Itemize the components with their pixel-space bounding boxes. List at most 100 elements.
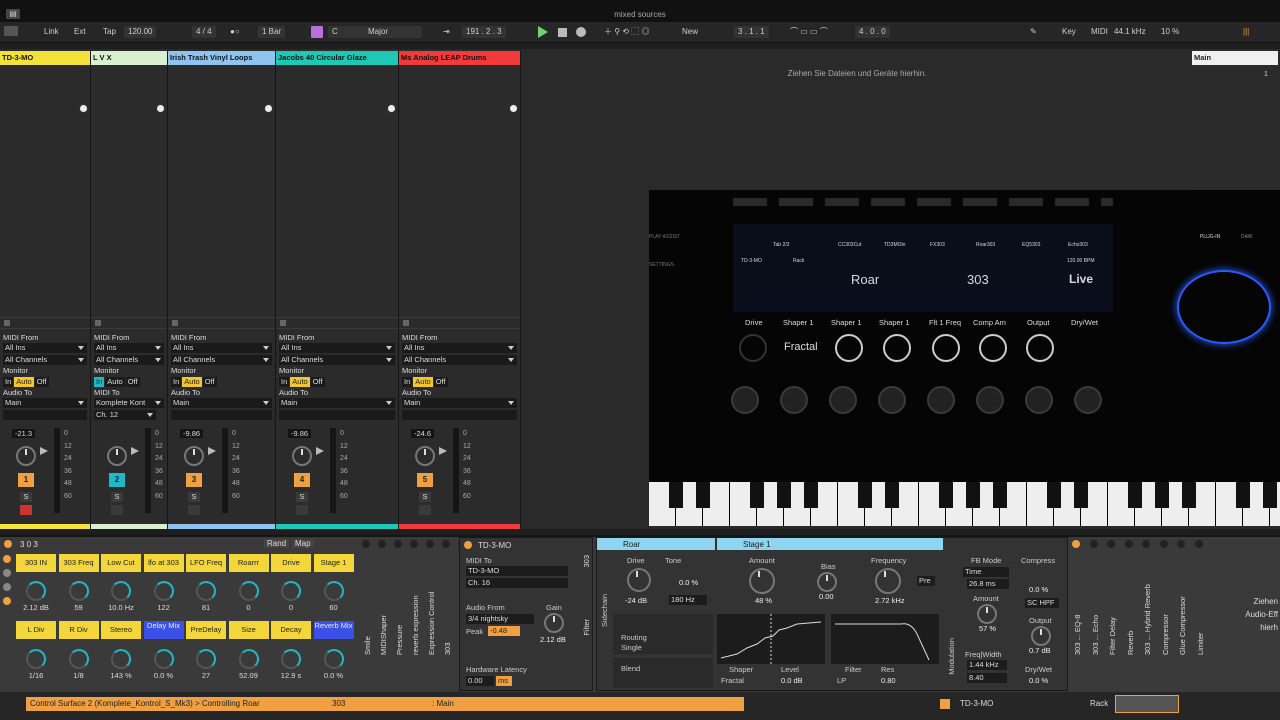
macro-knob[interactable] (26, 581, 46, 601)
macro-knob[interactable] (26, 649, 46, 669)
track-activator[interactable]: 3 (186, 473, 202, 487)
roar-shaper-value[interactable]: Fractal (721, 676, 744, 685)
fx-device-label[interactable]: 303 ... Hybrid Reverb (1143, 555, 1152, 655)
chain-device-label[interactable]: reverb expression (411, 555, 420, 655)
volume-value[interactable]: -9.86 (288, 429, 312, 438)
macro-label[interactable]: Stage 1 (313, 554, 354, 572)
macro-knob[interactable] (196, 581, 216, 601)
macro-label[interactable]: L Div (16, 621, 56, 639)
fx-device-activator[interactable] (1124, 540, 1133, 548)
track-1[interactable]: TD-3-MO MIDI From All Ins All Channels Monit… (0, 51, 91, 529)
track-header[interactable]: TD-3-MO (0, 51, 90, 65)
arm-button[interactable] (188, 505, 200, 515)
track-3[interactable]: Irish Trash Vinyl Loops MIDI From All Ins A… (168, 51, 276, 529)
midi-from-select[interactable]: All Ins (402, 343, 517, 353)
pan-knob[interactable] (292, 446, 312, 466)
roar-stage-tab[interactable]: Stage 1 (743, 540, 771, 549)
monitor-in-button[interactable]: In (279, 377, 290, 387)
fx-device-activator[interactable] (1142, 540, 1150, 548)
fader-icon[interactable] (439, 447, 447, 455)
arm-button[interactable] (419, 505, 431, 515)
position-field[interactable]: 191 . 2 . 3 (462, 26, 506, 38)
solo-button[interactable]: S (296, 492, 308, 502)
macro-label[interactable]: Low Cut (101, 554, 141, 572)
views-icon[interactable]: ||| (1243, 26, 1249, 38)
loop-icons[interactable]: ⌒ ▭ ▭ ⌒ (790, 26, 828, 38)
solo-button[interactable]: S (188, 492, 200, 502)
rack-title[interactable]: 3 0 3 (20, 540, 38, 549)
drop-zone-message[interactable]: Ziehen Sie Dateien und Geräte hierhin. (523, 69, 1191, 78)
roar-routing-value[interactable]: Single (621, 643, 642, 652)
chain-device-label[interactable]: Expression Control (427, 555, 436, 655)
macro-knob[interactable] (281, 581, 301, 601)
loop-length-field[interactable]: 4 . 0 . 0 (855, 26, 890, 38)
sub-channel-select[interactable]: Ch. 12 (94, 410, 156, 420)
monitor-off-button[interactable]: Off (34, 377, 49, 387)
roar-level-value[interactable]: 0.0 dB (781, 676, 803, 685)
monitor-auto-button[interactable]: Auto (413, 377, 433, 387)
macro-knob[interactable] (153, 581, 174, 601)
track-header[interactable]: Ms Analog LEAP Drums (399, 51, 520, 65)
roar-frequency-knob[interactable] (875, 568, 901, 594)
macro-label[interactable]: Stereo (101, 621, 141, 639)
follow-icon[interactable]: ⇥ (443, 26, 450, 38)
rack-map-button[interactable]: Map (292, 539, 314, 548)
channel-select[interactable]: All Channels (94, 355, 164, 365)
fx-device-label[interactable]: 303 ... EQ-8 (1073, 555, 1082, 655)
monitor-off-button[interactable]: Off (125, 377, 140, 387)
fx-device-label[interactable]: Limiter (1196, 555, 1205, 655)
volume-value[interactable]: -9.86 (180, 429, 204, 438)
monitor-off-button[interactable]: Off (433, 377, 448, 387)
volume-value[interactable]: -21.3 (12, 429, 36, 438)
macro-label[interactable]: Decay (271, 621, 311, 639)
macro-knob[interactable] (68, 581, 89, 601)
meter-field[interactable]: 4 / 4 (192, 26, 216, 38)
roar-drywet-value[interactable]: 0.0 % (1029, 676, 1048, 685)
monitor-auto-button[interactable]: Auto (182, 377, 202, 387)
macro-label[interactable]: Drive (271, 554, 311, 572)
channel-select[interactable]: All Channels (279, 355, 395, 365)
link-button[interactable]: Link (44, 26, 59, 38)
ext-button[interactable]: Ext (74, 26, 86, 38)
track-header[interactable]: L V X (91, 51, 167, 65)
tempo-field[interactable]: 120.00 (124, 26, 157, 38)
rack-side-icons[interactable] (3, 555, 13, 615)
macro-label[interactable]: 303 IN (16, 554, 56, 572)
chain-device-activator[interactable] (442, 540, 450, 548)
metronome-icon[interactable]: ●○ (230, 26, 240, 38)
monitor-off-button[interactable]: Off (202, 377, 217, 387)
clip-stop-icon[interactable] (95, 320, 101, 326)
chain-device-activator[interactable] (426, 540, 434, 548)
td3-title[interactable]: TD-3-MO (478, 541, 511, 550)
channel-select[interactable]: All Channels (3, 355, 87, 365)
roar-amount-knob[interactable] (749, 568, 775, 594)
audio-to-select[interactable]: Komplete Kont (94, 398, 164, 408)
td3-activator[interactable] (464, 541, 472, 549)
macro-knob[interactable] (238, 649, 259, 669)
fader-icon[interactable] (131, 447, 139, 455)
track-4[interactable]: Jacobs 40 Circular Glaze MIDI From All Ins… (276, 51, 399, 529)
roar-tone-freq[interactable]: 180 Hz (669, 595, 707, 605)
macro-label[interactable]: lfo at 303 (143, 554, 184, 572)
macro-label[interactable]: LFO Freq (186, 554, 226, 572)
clip-stop-icon[interactable] (172, 320, 178, 326)
track-5[interactable]: Ms Analog LEAP Drums MIDI From All Ins All … (399, 51, 521, 529)
draw-mode-icon[interactable]: ✎ (1030, 26, 1037, 38)
track-activator[interactable]: 1 (18, 473, 34, 487)
midi-from-select[interactable]: All Ins (94, 343, 164, 353)
key-map-button[interactable]: Key (1062, 26, 1076, 38)
roar-fb-amount-knob[interactable] (977, 604, 997, 624)
fx-device-activator[interactable] (1159, 540, 1168, 548)
quantize-select[interactable]: 1 Bar (258, 26, 286, 38)
scale-select[interactable]: Major (364, 26, 422, 38)
track-activator[interactable]: 5 (417, 473, 433, 487)
fader-icon[interactable] (208, 447, 216, 455)
roar-filter-value[interactable]: LP (837, 676, 846, 685)
scale-mode-icon[interactable] (311, 26, 323, 38)
audio-to-select[interactable]: Main (3, 398, 87, 408)
td3-midi-to-select[interactable]: TD-3-MO (466, 566, 568, 576)
td3-gain-knob[interactable] (544, 613, 564, 633)
chain-device-label[interactable]: Pressure (395, 555, 404, 655)
fx-device-label[interactable]: Compressor (1161, 555, 1170, 655)
roar-freq-width-value[interactable]: 1.44 kHz (967, 660, 1007, 670)
